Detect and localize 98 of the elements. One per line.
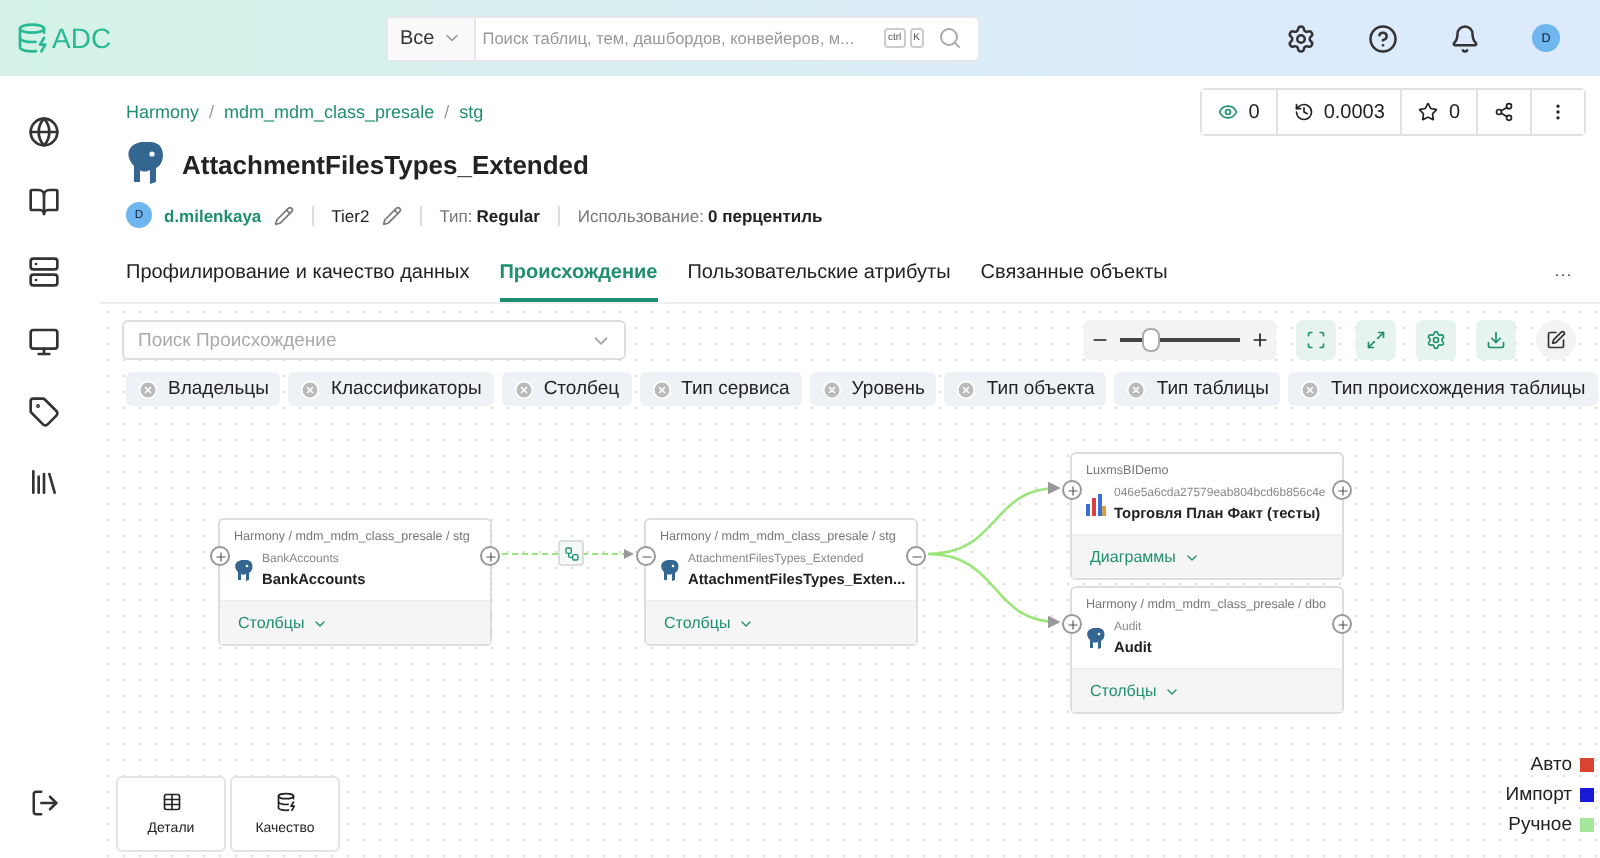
settings-icon <box>1426 330 1446 350</box>
page-title: AttachmentFilesTypes_Extended <box>182 149 589 179</box>
remove-icon <box>956 379 977 399</box>
more-tabs-button[interactable]: ··· <box>1554 264 1572 302</box>
bell-icon[interactable] <box>1450 23 1480 53</box>
expand-handle[interactable] <box>480 546 500 566</box>
collapse-handle[interactable] <box>636 546 656 566</box>
download-icon <box>1486 330 1506 350</box>
zoom-in-icon[interactable] <box>1250 330 1270 350</box>
breadcrumb-separator: / <box>209 102 215 122</box>
node-expand-button[interactable]: Столбцы <box>220 600 490 644</box>
remove-icon <box>138 379 158 399</box>
remove-icon <box>651 379 672 399</box>
node-expand-button[interactable]: Диаграммы <box>1072 534 1342 578</box>
remove-icon <box>821 379 842 399</box>
expand-handle[interactable] <box>210 546 230 566</box>
remove-icon <box>1126 379 1147 399</box>
tag-icon[interactable] <box>28 396 60 428</box>
remove-icon <box>300 379 321 399</box>
tab[interactable]: Профилирование и качество данных <box>126 262 470 302</box>
eye-icon <box>1218 102 1239 122</box>
usage-label: Использование: <box>577 205 705 225</box>
plus-icon <box>1335 617 1349 631</box>
elephant-icon <box>1086 628 1106 650</box>
filter-chip[interactable]: Тип таблицы <box>1114 372 1281 406</box>
breadcrumb-link[interactable]: Harmony <box>126 102 200 122</box>
monitor-icon[interactable] <box>28 326 60 358</box>
filter-chip[interactable]: Столбец <box>501 372 632 406</box>
star-icon <box>1418 102 1439 122</box>
plus-icon <box>1065 617 1079 631</box>
settings-icon[interactable] <box>1286 23 1316 53</box>
breadcrumb-link[interactable]: stg <box>459 102 484 122</box>
library-icon[interactable] <box>28 466 60 498</box>
expand-handle[interactable] <box>1332 480 1352 500</box>
tab[interactable]: Связанные объекты <box>980 262 1168 302</box>
settings-button[interactable] <box>1416 320 1456 360</box>
database-icon <box>275 792 295 812</box>
views-button[interactable]: 0 <box>1202 90 1278 134</box>
edit-button[interactable] <box>1536 320 1576 360</box>
elephant-icon <box>126 142 166 186</box>
expand-handle[interactable] <box>1062 480 1082 500</box>
focus-icon <box>1306 330 1326 350</box>
share-icon <box>1494 102 1514 122</box>
pipeline-button[interactable] <box>558 540 584 566</box>
legend-label: Импорт <box>1505 784 1572 806</box>
filter-chip[interactable]: Классификаторы <box>288 372 494 406</box>
type-label: Тип: <box>439 205 473 225</box>
plus-icon <box>483 549 497 563</box>
remove-icon <box>513 379 534 399</box>
globe-icon[interactable] <box>28 116 60 148</box>
node-expand-button[interactable]: Столбцы <box>646 600 916 644</box>
edit-icon[interactable] <box>273 205 294 225</box>
type-value: Regular <box>476 205 540 225</box>
logo-icon <box>16 22 48 54</box>
edit-icon[interactable] <box>381 205 402 225</box>
scope-dropdown[interactable]: Все <box>388 17 477 59</box>
usage-value: 0 перцентиль <box>708 205 823 225</box>
node-expand-button[interactable]: Столбцы <box>1072 668 1342 712</box>
plus-icon <box>1065 483 1079 497</box>
tier-text: Tier2 <box>331 205 370 225</box>
lineage-search-field[interactable]: Поиск Происхождение <box>138 326 590 354</box>
breadcrumb-separator: / <box>444 102 450 122</box>
elephant-icon <box>234 560 254 582</box>
lineage-search-bar[interactable]: Поиск Происхождение <box>122 320 626 360</box>
legend-label: Авто <box>1530 754 1572 776</box>
table-icon <box>161 792 181 812</box>
bar-chart-icon <box>1086 494 1106 516</box>
connector-line <box>927 482 1061 556</box>
plus-icon <box>213 549 227 563</box>
filter-chip[interactable]: Тип объекта <box>944 372 1107 406</box>
download-button[interactable] <box>1476 320 1516 360</box>
legend-label: Ручное <box>1508 814 1572 836</box>
owner-link[interactable]: d.milenkaya <box>164 205 262 225</box>
elephant-icon <box>660 560 680 582</box>
connector-line <box>927 552 1061 628</box>
collapse-handle[interactable] <box>906 546 926 566</box>
history-icon <box>1293 102 1314 122</box>
filter-chip[interactable]: Владельцы <box>126 372 281 406</box>
tab[interactable]: Пользовательские атрибуты <box>687 262 951 302</box>
search-icon <box>938 26 962 50</box>
filter-chip[interactable]: Уровень <box>809 372 937 406</box>
help-icon[interactable] <box>1368 23 1398 53</box>
remove-icon <box>1300 379 1321 399</box>
filter-chip[interactable]: Тип сервиса <box>639 372 802 406</box>
plus-icon <box>1335 483 1349 497</box>
edit-icon <box>1546 330 1566 350</box>
filter-chip[interactable]: Тип происхождения таблицы <box>1288 372 1598 406</box>
logo-text: ADC <box>52 22 112 54</box>
logout-icon[interactable] <box>29 788 59 818</box>
expand-icon <box>1366 330 1386 350</box>
expand-handle[interactable] <box>1332 614 1352 634</box>
breadcrumb-link[interactable]: mdm_mdm_class_presale <box>224 102 435 122</box>
fit-view-button[interactable] <box>1356 320 1396 360</box>
server-icon[interactable] <box>28 256 60 288</box>
connector-line <box>501 549 634 559</box>
workflow-icon <box>563 545 579 561</box>
book-icon[interactable] <box>28 186 60 218</box>
expand-handle[interactable] <box>1062 614 1082 634</box>
